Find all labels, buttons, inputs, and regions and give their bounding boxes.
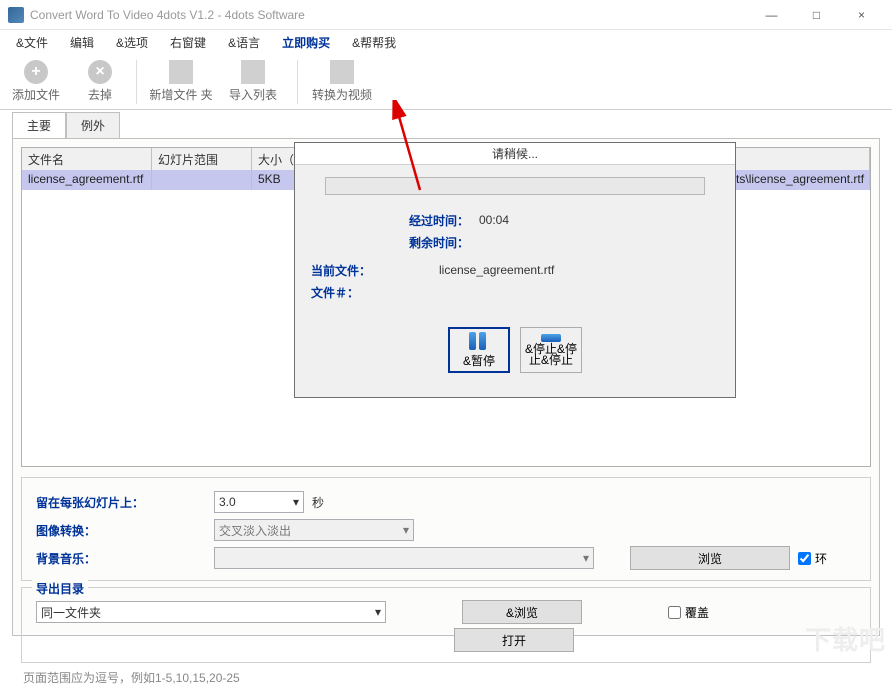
settings-panel: 留在每张幻灯片上： 3.0▾ 秒 图像转换： 交叉淡入淡出▾ 背景音乐： ▾ 浏… (21, 477, 871, 663)
convert-to-video-button[interactable]: 转换为视频 (310, 56, 374, 108)
file-num-label: 文件＃： (309, 284, 439, 301)
cell-sliderange (152, 170, 252, 190)
titlebar: Convert Word To Video 4dots V1.2 - 4dots… (0, 0, 892, 30)
chevron-down-icon: ▾ (403, 523, 409, 537)
transition-label: 图像转换： (36, 522, 206, 539)
output-dir-select[interactable]: 同一文件夹 ▾ (36, 601, 386, 623)
progress-dialog: 请稍候... 经过时间： 00:04 剩余时间： 当前文件： license_a… (294, 142, 736, 398)
current-file-value: license_agreement.rtf (439, 263, 554, 277)
col-filename[interactable]: 文件名 (22, 148, 152, 170)
import-list-label: 导入列表 (229, 86, 277, 103)
chevron-down-icon: ▾ (583, 551, 589, 565)
output-dir-group: 导出目录 同一文件夹▾ &浏览 覆盖 打开 (21, 587, 871, 663)
plus-icon: + (24, 60, 48, 84)
transition-select[interactable]: 交叉淡入淡出 ▾ (214, 519, 414, 541)
chevron-down-icon: ▾ (375, 605, 381, 619)
outdir-legend: 导出目录 (32, 580, 88, 597)
folder-icon (169, 60, 193, 84)
overwrite-check[interactable] (668, 606, 681, 619)
open-button[interactable]: 打开 (454, 628, 574, 652)
overwrite-checkbox[interactable]: 覆盖 (668, 604, 709, 621)
stay-unit: 秒 (312, 494, 324, 511)
menu-options[interactable]: &选项 (106, 32, 158, 53)
menu-rightkey[interactable]: 右窗键 (160, 32, 216, 53)
tab-exception[interactable]: 例外 (66, 112, 120, 138)
convert-label: 转换为视频 (312, 86, 372, 103)
stop-label: &停止&停止&停止 (521, 344, 581, 366)
pause-label: &暂停 (463, 352, 495, 369)
tabs: 主要 例外 (12, 112, 892, 138)
toolbar-separator (297, 60, 298, 104)
minimize-button[interactable]: — (749, 0, 794, 30)
pause-button[interactable]: &暂停 (448, 327, 510, 373)
stay-duration-select[interactable]: 3.0 ▾ (214, 491, 304, 513)
stop-button[interactable]: &停止&停止&停止 (520, 327, 582, 373)
menu-edit[interactable]: 编辑 (60, 32, 104, 53)
close-button[interactable]: × (839, 0, 884, 30)
menubar: &文件 编辑 &选项 右窗键 &语言 立即购买 &帮帮我 (0, 30, 892, 54)
overwrite-label: 覆盖 (685, 604, 709, 621)
tab-main[interactable]: 主要 (12, 112, 66, 138)
stay-label: 留在每张幻灯片上： (36, 494, 206, 511)
x-icon: × (88, 60, 112, 84)
app-icon (8, 7, 24, 23)
pause-icon (469, 332, 489, 350)
music-label: 背景音乐： (36, 550, 206, 567)
col-size[interactable]: 大小（KB） (252, 148, 300, 170)
elapsed-value: 00:04 (479, 213, 509, 227)
remove-button[interactable]: × 去掉 (76, 56, 124, 108)
add-file-button[interactable]: + 添加文件 (4, 56, 68, 108)
dialog-buttons: &暂停 &停止&停止&停止 (295, 327, 735, 373)
browse-music-button[interactable]: 浏览 (630, 546, 790, 570)
current-file-label: 当前文件： (309, 262, 439, 279)
convert-icon (330, 60, 354, 84)
stay-value: 3.0 (219, 495, 236, 509)
add-folder-button[interactable]: 新增文件 夹 (149, 56, 213, 108)
menu-buy-now[interactable]: 立即购买 (272, 32, 340, 53)
outdir-value: 同一文件夹 (41, 604, 101, 621)
chevron-down-icon: ▾ (293, 495, 299, 509)
loop-label: 环 (815, 550, 827, 567)
page-range-hint: 页面范围应为逗号，例如1-5,10,15,20-25 (23, 669, 869, 686)
dialog-info: 经过时间： 00:04 剩余时间： 当前文件： license_agreemen… (295, 199, 735, 313)
remove-label: 去掉 (88, 86, 112, 103)
menu-language[interactable]: &语言 (218, 32, 270, 53)
toolbar-separator (136, 60, 137, 104)
stop-icon (541, 334, 561, 342)
add-folder-label: 新增文件 夹 (149, 86, 212, 103)
menu-file[interactable]: &文件 (6, 32, 58, 53)
menu-help[interactable]: &帮帮我 (342, 32, 406, 53)
remaining-label: 剩余时间： (309, 234, 479, 251)
import-list-button[interactable]: 导入列表 (221, 56, 285, 108)
window-title: Convert Word To Video 4dots V1.2 - 4dots… (30, 8, 749, 22)
cell-filename: license_agreement.rtf (22, 170, 152, 190)
col-sliderange[interactable]: 幻灯片范围 (152, 148, 252, 170)
elapsed-label: 经过时间： (309, 212, 479, 229)
toolbar: + 添加文件 × 去掉 新增文件 夹 导入列表 转换为视频 (0, 54, 892, 110)
maximize-button[interactable]: □ (794, 0, 839, 30)
cell-size: 5KB (252, 170, 300, 190)
slide-settings-group: 留在每张幻灯片上： 3.0▾ 秒 图像转换： 交叉淡入淡出▾ 背景音乐： ▾ 浏… (21, 477, 871, 581)
loop-check[interactable] (798, 552, 811, 565)
music-select[interactable]: ▾ (214, 547, 594, 569)
browse-outdir-button[interactable]: &浏览 (462, 600, 582, 624)
dialog-title: 请稍候... (295, 143, 735, 165)
transition-value: 交叉淡入淡出 (219, 522, 291, 539)
progress-bar (325, 177, 705, 195)
add-file-label: 添加文件 (12, 86, 60, 103)
list-icon (241, 60, 265, 84)
loop-checkbox[interactable]: 环 (798, 550, 827, 567)
